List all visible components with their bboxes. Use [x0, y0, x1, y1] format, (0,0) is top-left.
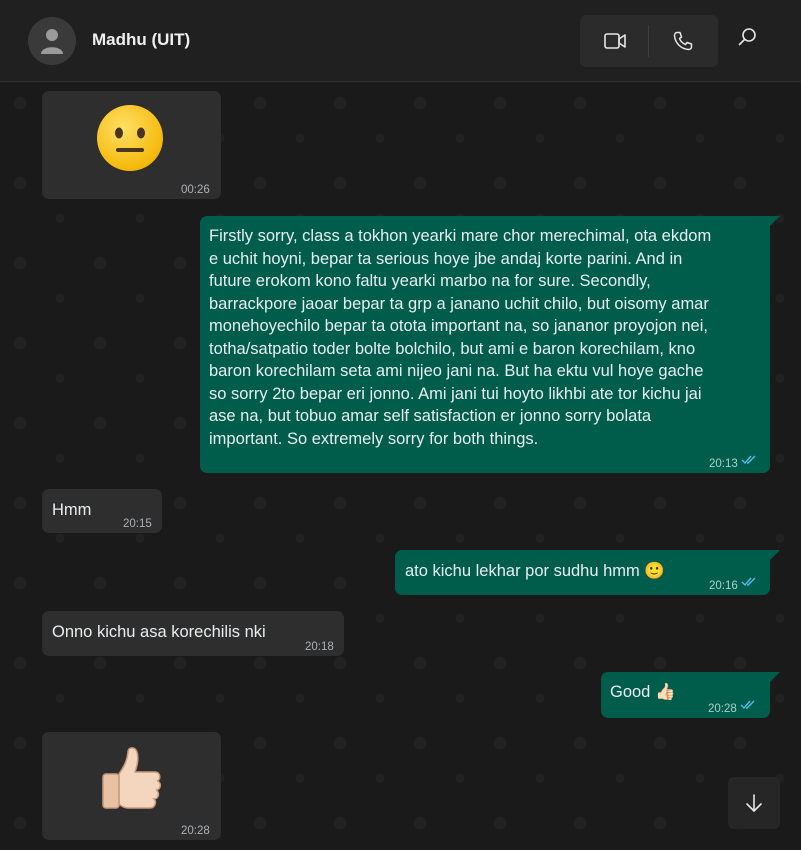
read-receipt-icon: [741, 455, 756, 465]
bubble-tail: [770, 216, 780, 226]
message-time: 00:26: [181, 184, 210, 196]
read-receipt-icon: [740, 700, 755, 710]
message-time: 20:28: [708, 703, 737, 715]
message-text-line: ase na, but tobuo amar self satisfaction…: [209, 407, 652, 425]
message-text-line: Firstly sorry, class a tokhon yearki mar…: [209, 227, 712, 245]
neutral-face-emoji-icon: [97, 105, 163, 171]
bubble-tail: [770, 672, 780, 682]
avatar[interactable]: [28, 17, 76, 65]
message-incoming-sticker[interactable]: 00:26: [42, 91, 221, 199]
message-text: Hmm: [52, 501, 92, 519]
message-incoming[interactable]: Hmm 20:15: [42, 489, 162, 533]
call-button-group: [580, 15, 718, 67]
message-incoming-sticker[interactable]: 20:28: [42, 732, 221, 840]
message-outgoing[interactable]: ato kichu lekhar por sudhu hmm 🙂 20:16: [395, 550, 770, 595]
message-text-line: e uchit hoyni, bepar ta serious hoye jbe…: [209, 249, 683, 268]
search-icon: [738, 28, 756, 46]
message-text-line: so sorry 2to bepar eri jonno. Ami jani t…: [209, 384, 702, 403]
message-text: ato kichu lekhar por sudhu hmm 🙂: [405, 562, 665, 580]
message-list[interactable]: 00:26 Firstly sorry, class a tokhon year…: [0, 83, 801, 850]
contact-name[interactable]: Madhu (UIT): [92, 30, 190, 50]
message-incoming[interactable]: Onno kichu asa korechilis nki 20:18: [42, 611, 344, 656]
message-text-line: totha/satpatio toder bolte bolchilo, but…: [209, 339, 696, 358]
bubble-tail: [770, 550, 780, 560]
message-time: 20:28: [181, 825, 210, 837]
message-text-line: baron korechilam seta ami nijeo jani na.…: [209, 362, 704, 380]
message-text-line: monehoyechilo bepar ta otota important n…: [209, 317, 708, 335]
chat-header: Madhu (UIT): [0, 0, 801, 82]
message-outgoing[interactable]: Firstly sorry, class a tokhon yearki mar…: [200, 216, 770, 473]
scroll-to-bottom-button[interactable]: [728, 777, 780, 829]
message-text-line: barrackpore jaoar bepar ta grp a janano …: [209, 294, 709, 313]
video-call-icon: [604, 33, 626, 49]
message-time: 20:13: [709, 458, 738, 470]
message-time: 20:18: [305, 641, 334, 653]
message-text-line: future erokom kono faltu yearki marbo na…: [209, 272, 651, 290]
message-time: 20:15: [123, 518, 152, 530]
thumbs-up-emoji-icon: [102, 747, 161, 809]
message-outgoing[interactable]: Good 👍🏻 20:28: [601, 672, 770, 718]
search-button[interactable]: [738, 27, 768, 57]
voice-call-icon: [673, 31, 693, 51]
avatar-placeholder-icon: [41, 29, 63, 54]
message-time: 20:16: [709, 580, 738, 592]
message-text-line: important. So extremely sorry for both t…: [209, 429, 539, 448]
message-text: Good 👍🏻: [610, 683, 676, 701]
arrow-down-icon: [746, 794, 762, 812]
voice-call-button[interactable]: [649, 15, 717, 67]
read-receipt-icon: [741, 577, 756, 587]
video-call-button[interactable]: [580, 15, 648, 67]
message-text: Onno kichu asa korechilis nki: [52, 623, 266, 641]
